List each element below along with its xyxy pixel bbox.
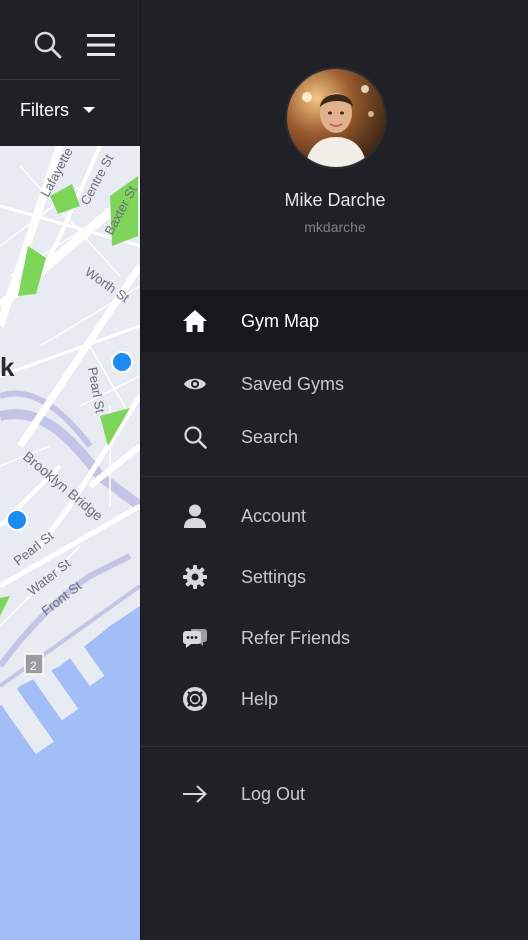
nav-label: Account <box>241 505 307 526</box>
user-name: Mike Darche <box>284 190 386 210</box>
nav-label: Settings <box>241 566 307 587</box>
lifebuoy-icon <box>181 685 209 713</box>
profile-header: Mike Darche mkdarche <box>141 0 528 290</box>
arrow-right-icon <box>181 780 209 808</box>
nav-item-log-out[interactable]: Log Out <box>141 763 528 825</box>
hamburger-menu-icon[interactable] <box>85 32 117 58</box>
map-label-district: k <box>0 352 15 382</box>
avatar-photo <box>287 69 385 167</box>
search-icon[interactable] <box>33 30 63 60</box>
topbar-divider <box>0 79 120 80</box>
search-icon <box>181 423 209 451</box>
nav-divider <box>141 746 528 747</box>
nav-label: Saved Gyms <box>241 373 345 394</box>
nav-label: Help <box>241 688 279 709</box>
gym-marker <box>6 509 28 531</box>
nav-label: Gym Map <box>241 310 320 331</box>
map-park <box>100 408 130 446</box>
eye-icon <box>181 370 209 398</box>
map-topbar: Filters <box>0 0 140 146</box>
avatar[interactable] <box>285 67 387 169</box>
person-icon <box>181 502 209 530</box>
nav-item-account[interactable]: Account <box>141 485 528 547</box>
nav-label: Refer Friends <box>241 627 351 648</box>
chat-bubbles-icon <box>181 624 209 652</box>
home-icon <box>181 307 209 335</box>
filters-label: Filters <box>20 99 69 120</box>
map[interactable]: Lafayette Centre St Baxter St Worth St P… <box>0 146 140 940</box>
map-screen: Filters Lafayette Centre St Baxter St Wo… <box>0 0 140 940</box>
nav-drawer: Mike Darche mkdarche Gym Map Saved Gyms … <box>140 0 528 940</box>
map-label-pearl-upper: Pearl St <box>85 366 108 415</box>
nav-item-settings[interactable]: Settings <box>141 546 528 608</box>
map-label-pearl-lower: Pearl St <box>11 528 57 569</box>
nav-item-refer-friends[interactable]: Refer Friends <box>141 607 528 669</box>
nav-item-gym-map[interactable]: Gym Map <box>141 290 528 352</box>
filters-button[interactable]: Filters <box>20 96 95 124</box>
map-park <box>0 596 10 616</box>
nav-item-help[interactable]: Help <box>141 668 528 730</box>
route-shield-label: 2 <box>30 659 37 673</box>
user-handle: mkdarche <box>304 219 366 235</box>
nav-item-search[interactable]: Search <box>141 406 528 468</box>
gear-icon <box>181 563 209 591</box>
nav-label: Search <box>241 426 299 447</box>
nav-divider <box>141 476 528 477</box>
nav-label: Log Out <box>241 783 306 804</box>
caret-down-icon <box>83 107 95 113</box>
gym-marker <box>111 351 133 373</box>
